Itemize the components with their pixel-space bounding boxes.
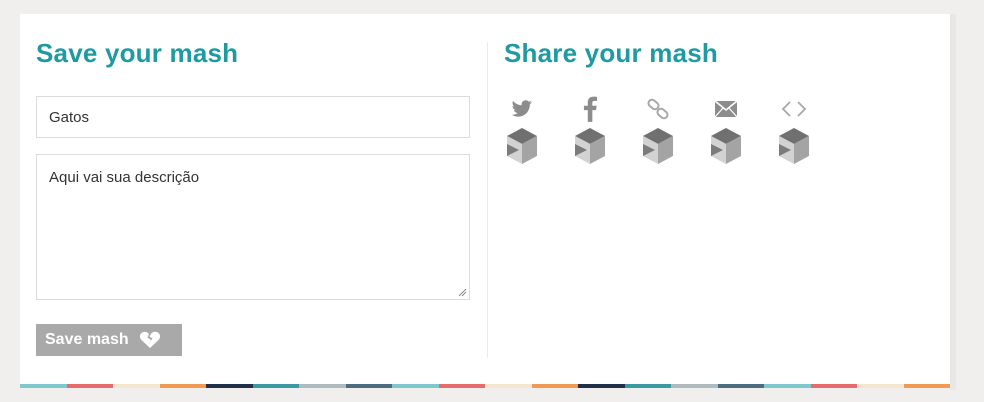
resize-grip-icon[interactable]: [458, 288, 467, 297]
panel-edge: [950, 14, 956, 390]
stripe-segment: [206, 384, 253, 388]
save-mash-label: Save mash: [45, 331, 129, 348]
save-section: Save your mash Aqui vai sua descrição Sa…: [36, 14, 472, 364]
share-cube-icon: [643, 128, 673, 164]
stripe-segment: [345, 384, 392, 388]
twitter-icon: [511, 94, 533, 124]
email-icon: [714, 94, 738, 124]
share-embed-button[interactable]: [776, 94, 812, 166]
link-icon: [646, 94, 670, 124]
stripe-segment: [810, 384, 857, 388]
stripe-segment: [252, 384, 299, 388]
stripe-segment: [717, 384, 764, 388]
share-cube-icon: [507, 128, 537, 164]
stripe-segment: [485, 384, 532, 388]
share-twitter-button[interactable]: [504, 94, 540, 166]
share-section: Share your mash: [504, 14, 924, 364]
stripe-segment: [903, 384, 950, 388]
share-options: [504, 94, 812, 166]
facebook-icon: [583, 94, 597, 124]
mash-description-input[interactable]: Aqui vai sua descrição: [36, 154, 470, 300]
page: Save your mash Aqui vai sua descrição Sa…: [0, 0, 984, 402]
embed-icon: [781, 94, 807, 124]
stripe-segment: [113, 384, 160, 388]
stripe-segment: [20, 384, 67, 388]
stripe-segment: [438, 384, 485, 388]
mash-title-input[interactable]: [36, 96, 470, 138]
stripe-segment: [764, 384, 811, 388]
stripe-segment: [624, 384, 671, 388]
share-cube-icon: [779, 128, 809, 164]
save-mash-button[interactable]: Save mash: [36, 324, 182, 356]
save-heading: Save your mash: [36, 38, 239, 68]
decorative-color-stripe: [20, 384, 950, 388]
stripe-segment: [66, 384, 113, 388]
stripe-segment: [578, 384, 625, 388]
share-cube-icon: [711, 128, 741, 164]
stripe-segment: [531, 384, 578, 388]
stripe-segment: [392, 384, 439, 388]
share-facebook-button[interactable]: [572, 94, 608, 166]
section-divider: [487, 42, 488, 358]
stripe-segment: [299, 384, 346, 388]
share-heading: Share your mash: [504, 38, 718, 68]
share-email-button[interactable]: [708, 94, 744, 166]
stripe-segment: [857, 384, 904, 388]
share-cube-icon: [575, 128, 605, 164]
stripe-segment: [671, 384, 718, 388]
broken-heart-icon: [139, 331, 160, 348]
stripe-segment: [159, 384, 206, 388]
share-link-button[interactable]: [640, 94, 676, 166]
save-share-panel: Save your mash Aqui vai sua descrição Sa…: [20, 14, 950, 384]
